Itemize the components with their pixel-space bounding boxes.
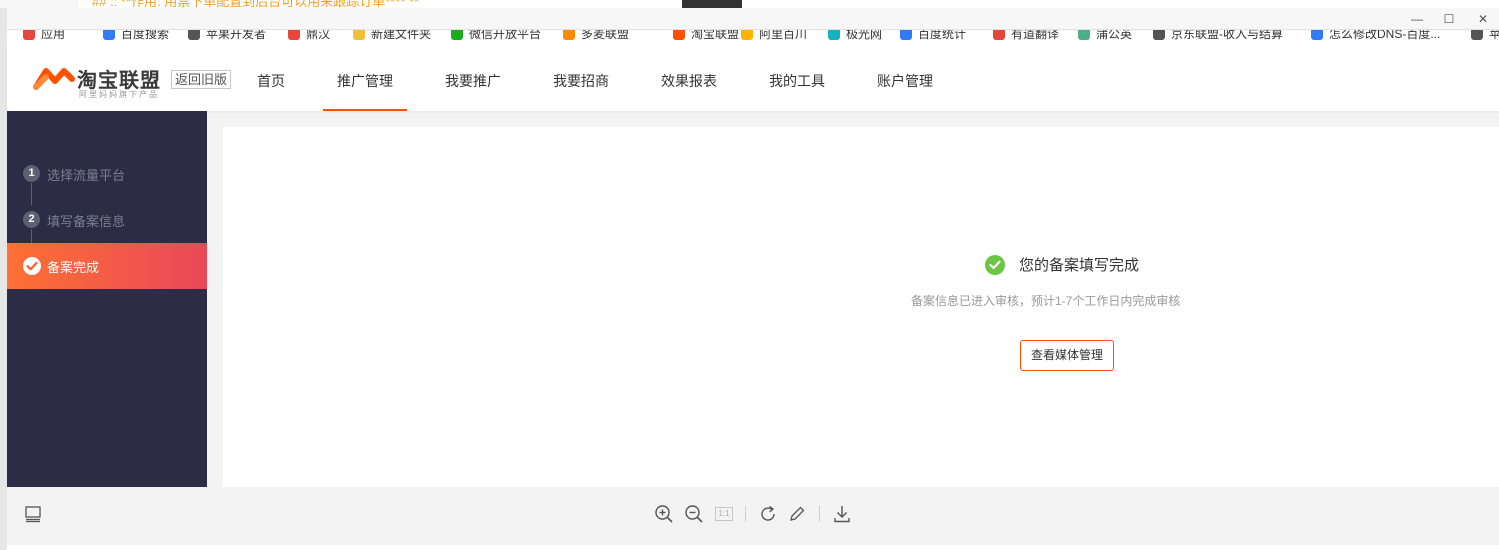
viewer-toolbar: 1:1 [7,487,1499,545]
steps-sidebar: 1 选择流量平台 2 填写备案信息 备案完成 [7,111,207,487]
bookmark-label: 新建文件夹 [371,30,432,41]
bookmark-favicon-icon [23,30,35,40]
bookmark-item[interactable]: 蒲公英 [1078,30,1132,41]
bookmark-label: 阿里百川 [759,30,808,41]
bookmark-item[interactable]: 百度统计 [900,30,966,41]
bookmark-item[interactable]: 应用 [23,30,65,41]
bookmark-label: 微信开放平台 [469,30,542,41]
bookmark-favicon-icon [451,30,463,40]
bookmark-favicon-icon [741,30,753,40]
background-document-text: ## :: **作用: 用票下单配置到后台可以用来跟踪订单**** ** [92,0,420,8]
step-select-platform: 1 选择流量平台 [7,151,207,197]
bookmark-item[interactable]: 新建文件夹 [353,30,431,41]
result-panel: 您的备案填写完成 备案信息已进入审核，预计1-7个工作日内完成审核 查看媒体管理 [223,127,1499,487]
window-title-bar: — ☐ ✕ [7,8,1499,30]
bookmark-label: 百度搜索 [121,30,170,41]
bookmark-favicon-icon [828,30,840,40]
return-old-version-button[interactable]: 返回旧版 [171,70,232,89]
nav-promote[interactable]: 我要推广 [431,41,515,111]
bookmark-favicon-icon [563,30,575,40]
bookmark-item[interactable]: 怎么修改DNS-百度... [1311,30,1440,41]
bookmark-label: 百度统计 [918,30,967,41]
bookmark-label: 蒲公英 [1096,30,1133,41]
bookmark-item[interactable]: 苹果 [1471,30,1499,41]
bookmark-favicon-icon [1311,30,1323,40]
edit-icon[interactable] [786,503,808,525]
step-number: 2 [23,211,40,228]
bookmark-item[interactable]: 阿里百川 [741,30,807,41]
bookmark-favicon-icon [353,30,365,40]
bookmark-item[interactable]: 京东联盟-收入与结算 [1153,30,1283,41]
bookmark-label: 苹果 [1489,30,1499,41]
check-icon [23,257,41,275]
nav-merchant-recruit[interactable]: 我要招商 [539,41,623,111]
bookmark-label: 鼎汉 [306,30,331,41]
bookmark-label: 应用 [41,30,66,41]
bookmark-favicon-icon [1153,30,1165,40]
nav-reports[interactable]: 效果报表 [647,41,731,111]
bookmark-label: 极光网 [846,30,883,41]
bookmark-item[interactable]: 百度搜索 [103,30,169,41]
bookmark-favicon-icon [288,30,300,40]
rotate-icon[interactable] [757,503,779,525]
bookmark-label: 怎么修改DNS-百度... [1329,30,1441,41]
taobao-union-logo-icon[interactable] [33,65,75,95]
site-header: 淘宝联盟 阿里妈妈旗下产品 返回旧版 首页 推广管理 我要推广 我要招商 效果报… [7,41,1499,111]
bookmark-favicon-icon [673,30,685,40]
bookmark-favicon-icon [1471,30,1483,40]
success-row: 您的备案填写完成 [985,254,1139,275]
bookmarks-bar: 应用 百度搜索 苹果开发者 鼎汉 新建文件夹 微信开放平台 多麦联盟 淘宝联盟 阿里百川 极光网 百… [7,30,1499,41]
bookmark-item[interactable]: 苹果开发者 [188,30,266,41]
zoom-in-icon[interactable] [653,503,675,525]
background-document-peek: ## :: **作用: 用票下单配置到后台可以用来跟踪订单**** ** [0,0,1499,8]
bookmark-item[interactable]: 有道翻译 [993,30,1059,41]
step-number: 1 [23,165,40,182]
bookmark-item[interactable]: 多麦联盟 [563,30,629,41]
left-edge [0,8,7,550]
background-document-bottom [7,545,1499,550]
download-icon[interactable] [831,503,853,525]
bookmark-label: 多麦联盟 [581,30,630,41]
maximize-button[interactable]: ☐ [1439,10,1459,28]
step-label: 选择流量平台 [47,168,126,183]
bookmark-favicon-icon [188,30,200,40]
main-nav: 首页 推广管理 我要推广 我要招商 效果报表 我的工具 账户管理 [243,41,971,111]
step-label: 备案完成 [47,260,100,275]
bookmark-item[interactable]: 鼎汉 [288,30,330,41]
step-complete: 备案完成 [7,243,207,289]
bookmark-item[interactable]: 淘宝联盟 [673,30,739,41]
success-check-icon [985,254,1005,275]
step-fill-info: 2 填写备案信息 [7,197,207,243]
bookmark-item[interactable]: 极光网 [828,30,882,41]
image-viewer: ## :: **作用: 用票下单配置到后台可以用来跟踪订单**** ** — ☐… [0,0,1499,550]
nav-my-tools[interactable]: 我的工具 [755,41,839,111]
bookmark-favicon-icon [103,30,115,40]
bookmark-item[interactable]: 微信开放平台 [451,30,541,41]
bookmark-favicon-icon [1078,30,1090,40]
minimize-button[interactable]: — [1407,10,1427,28]
step-label: 填写备案信息 [47,214,126,229]
view-media-management-button[interactable]: 查看媒体管理 [1020,340,1114,371]
bookmark-label: 淘宝联盟 [691,30,740,41]
nav-promotion-management[interactable]: 推广管理 [323,41,407,111]
success-title: 您的备案填写完成 [1019,257,1140,274]
close-button[interactable]: ✕ [1473,10,1493,28]
actual-size-label: 1:1 [715,507,733,521]
bookmark-favicon-icon [900,30,912,40]
toolbar-divider [745,506,746,522]
zoom-out-icon[interactable] [683,503,705,525]
actual-size-icon[interactable]: 1:1 [713,503,735,525]
thumbnail-icon[interactable] [22,503,44,525]
bookmark-label: 有道翻译 [1011,30,1060,41]
bookmark-label: 京东联盟-收入与结算 [1171,30,1283,41]
nav-home[interactable]: 首页 [243,41,299,111]
bookmark-favicon-icon [993,30,1005,40]
nav-account[interactable]: 账户管理 [863,41,947,111]
logo-subtitle: 阿里妈妈旗下产品 [79,90,159,99]
toolbar-divider [819,506,820,522]
bookmark-label: 苹果开发者 [206,30,267,41]
success-description: 备案信息已进入审核，预计1-7个工作日内完成审核 [911,294,1181,308]
